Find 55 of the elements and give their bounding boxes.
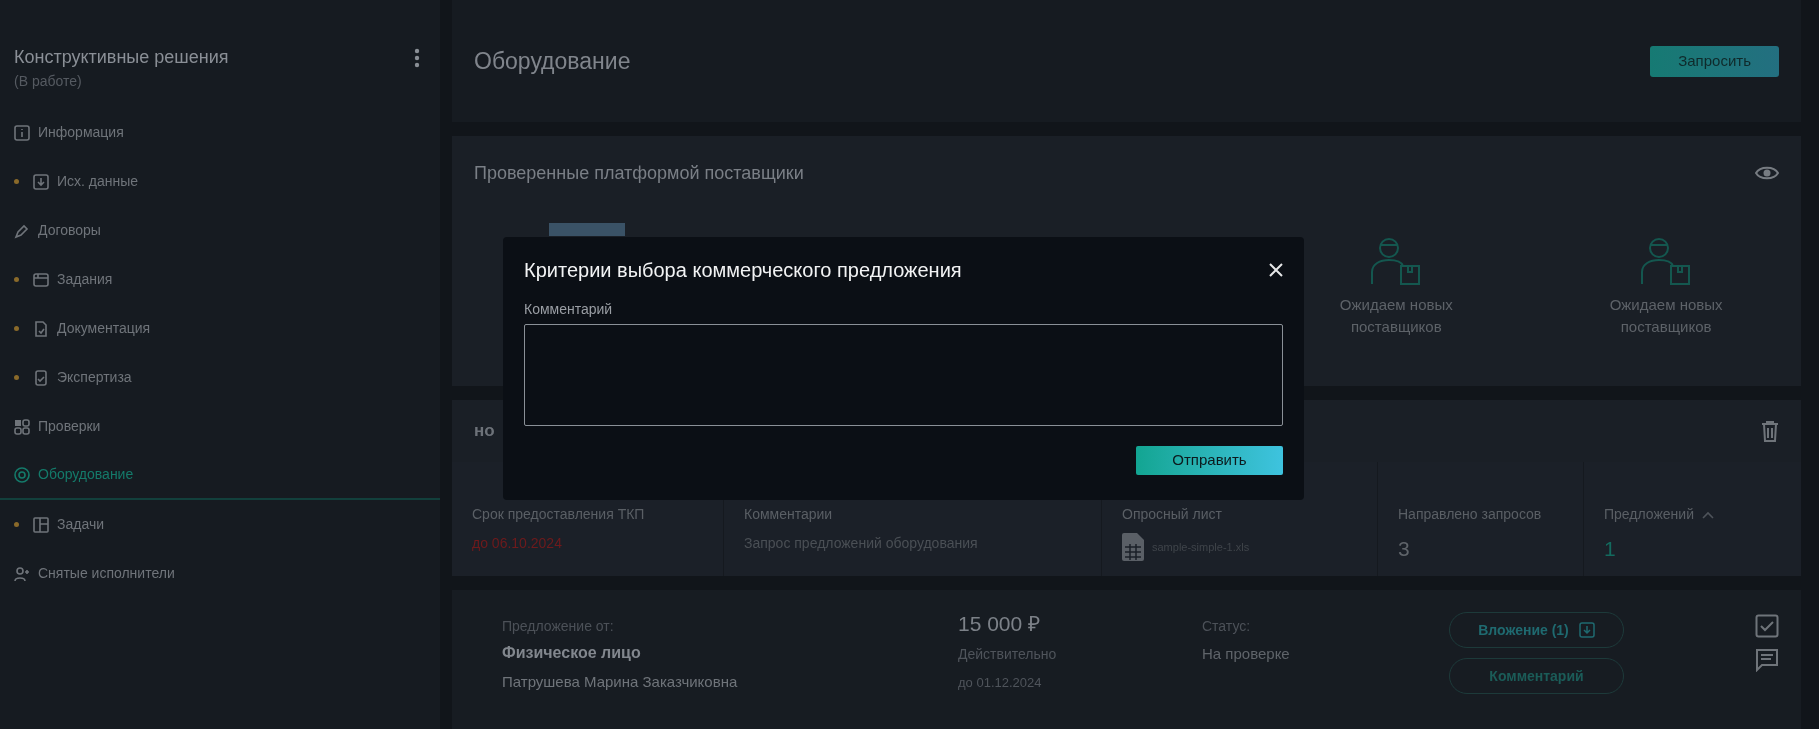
- grid-icon: [14, 418, 30, 435]
- gear-icon: [14, 466, 30, 483]
- deadline-date: до 06.10.2024: [472, 534, 563, 553]
- download-icon: [33, 173, 49, 190]
- supplier-status: Ожидаем новых поставщиков: [1608, 295, 1724, 337]
- sidebar-item[interactable]: Проверки: [0, 402, 440, 451]
- project-status: (В работе): [14, 72, 83, 91]
- stat-label: Срок предоставления ТКП: [472, 505, 645, 524]
- stat-label: Комментарии: [744, 505, 833, 524]
- supplier-status: Ожидаем новых поставщиков: [1338, 295, 1454, 337]
- request-title: но: [474, 420, 495, 443]
- stat-value: 3: [1398, 536, 1411, 562]
- sidebar-item[interactable]: Документация: [0, 304, 440, 353]
- field-label: Комментарий: [524, 300, 614, 319]
- stat-value: 1: [1604, 536, 1617, 562]
- page-title: Оборудование: [474, 46, 631, 76]
- more-icon[interactable]: [414, 48, 420, 68]
- submit-button[interactable]: Отправить: [1136, 446, 1283, 475]
- trash-icon[interactable]: [1761, 420, 1779, 442]
- offer-from-type: Физическое лицо: [502, 643, 642, 663]
- window-icon: [33, 271, 49, 288]
- panel-title: Проверенные платформой поставщики: [474, 161, 804, 185]
- user-add-icon: [14, 565, 30, 582]
- sidebar-item[interactable]: Задания: [0, 255, 440, 304]
- sidebar-item[interactable]: Оборудование: [0, 451, 440, 500]
- offer-price: 15 000 ₽: [958, 611, 1042, 637]
- document-icon: [33, 320, 49, 337]
- chevron-icon[interactable]: [1702, 510, 1714, 519]
- close-icon[interactable]: [1269, 263, 1283, 277]
- stat-label: Опросный лист: [1122, 505, 1222, 524]
- download-icon: [1578, 622, 1595, 638]
- stat-label: Предложений: [1604, 505, 1694, 524]
- project-title: Конструктивные решения: [14, 46, 229, 69]
- checkbox-icon[interactable]: [1755, 614, 1779, 638]
- sidebar-item[interactable]: Исх. данные: [0, 157, 440, 206]
- spreadsheet-icon: [1122, 533, 1144, 561]
- request-button[interactable]: Запросить: [1650, 45, 1779, 77]
- comment-field[interactable]: [524, 324, 1283, 426]
- chat-icon[interactable]: [1755, 648, 1779, 672]
- modal-title: Критерии выбора коммерческого предложения: [524, 258, 962, 283]
- sidebar-item[interactable]: Задачи: [0, 500, 440, 549]
- info-icon: [14, 124, 30, 141]
- offer-from-name: Патрушева Марина Заказчиковна: [502, 672, 739, 692]
- stat-label: Направлено запросов: [1398, 505, 1542, 524]
- sidebar-item[interactable]: Договоры: [0, 206, 440, 255]
- sidebar-item[interactable]: Информация: [0, 108, 440, 157]
- valid-label: Действительно: [958, 644, 1058, 664]
- pen-icon: [14, 222, 30, 239]
- eye-icon[interactable]: [1755, 165, 1779, 181]
- status-value: На проверке: [1202, 644, 1291, 664]
- sidebar-item[interactable]: Экспертиза: [0, 353, 440, 402]
- board-icon: [33, 516, 49, 533]
- document-check-icon: [33, 369, 49, 386]
- valid-date: до 01.12.2024: [958, 673, 1043, 692]
- sidebar-item[interactable]: Снятые исполнители: [0, 549, 440, 598]
